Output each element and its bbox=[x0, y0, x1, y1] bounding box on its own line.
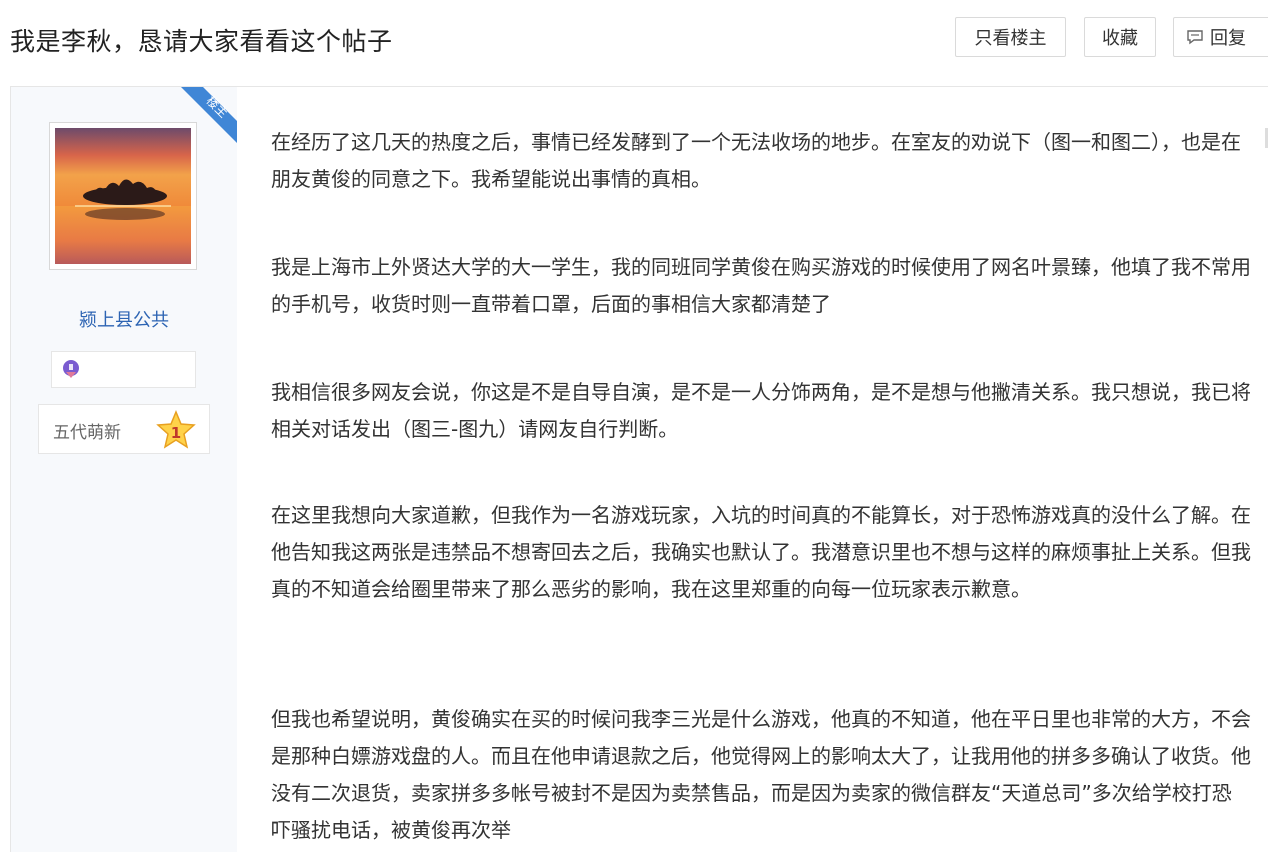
author-username[interactable]: 颍上县公共 bbox=[11, 306, 237, 332]
thread-header: 我是李秋，恳请大家看看这个帖子 只看楼主 收藏 回复 bbox=[0, 0, 1268, 86]
reply-button[interactable]: 回复 bbox=[1173, 17, 1268, 57]
post-paragraph: 我是上海市上外贤达大学的大一学生，我的同班同学黄俊在购买游戏的时候使用了网名叶景… bbox=[271, 255, 1251, 316]
favorite-button[interactable]: 收藏 bbox=[1084, 17, 1156, 57]
level-number: 1 bbox=[171, 424, 181, 442]
sunset-lake-avatar-icon bbox=[55, 128, 191, 264]
purple-badge-icon[interactable] bbox=[60, 358, 82, 380]
comment-icon bbox=[1187, 30, 1203, 45]
post: 楼主 颍上县公共 五代萌新 1 在经历了这几天的热度之后，事情已经发酵到了一个无… bbox=[10, 87, 1268, 852]
reply-label: 回复 bbox=[1210, 28, 1246, 49]
post-paragraph: 我相信很多网友会说，你这是不是自导自演，是不是一人分饰两角，是不是想与他撇清关系… bbox=[271, 380, 1251, 441]
post-paragraph: 但我也希望说明，黄俊确实在买的时候问我李三光是什么游戏，他真的不知道，他在平日里… bbox=[271, 707, 1251, 842]
author-sidebar: 楼主 颍上县公共 五代萌新 1 bbox=[10, 87, 237, 852]
level-star-icon: 1 bbox=[156, 410, 196, 449]
only-op-button[interactable]: 只看楼主 bbox=[955, 17, 1066, 57]
thread-title: 我是李秋，恳请大家看看这个帖子 bbox=[10, 27, 393, 56]
post-paragraph: 在经历了这几天的热度之后，事情已经发酵到了一个无法收场的地步。在室友的劝说下（图… bbox=[271, 130, 1241, 191]
author-level: 五代萌新 1 bbox=[38, 404, 210, 454]
avatar[interactable] bbox=[49, 122, 197, 270]
author-badge-box bbox=[51, 351, 196, 388]
level-title: 五代萌新 bbox=[53, 423, 121, 443]
post-paragraph: 在这里我想向大家道歉，但我作为一名游戏玩家，入坑的时间真的不能算长，对于恐怖游戏… bbox=[271, 503, 1251, 601]
